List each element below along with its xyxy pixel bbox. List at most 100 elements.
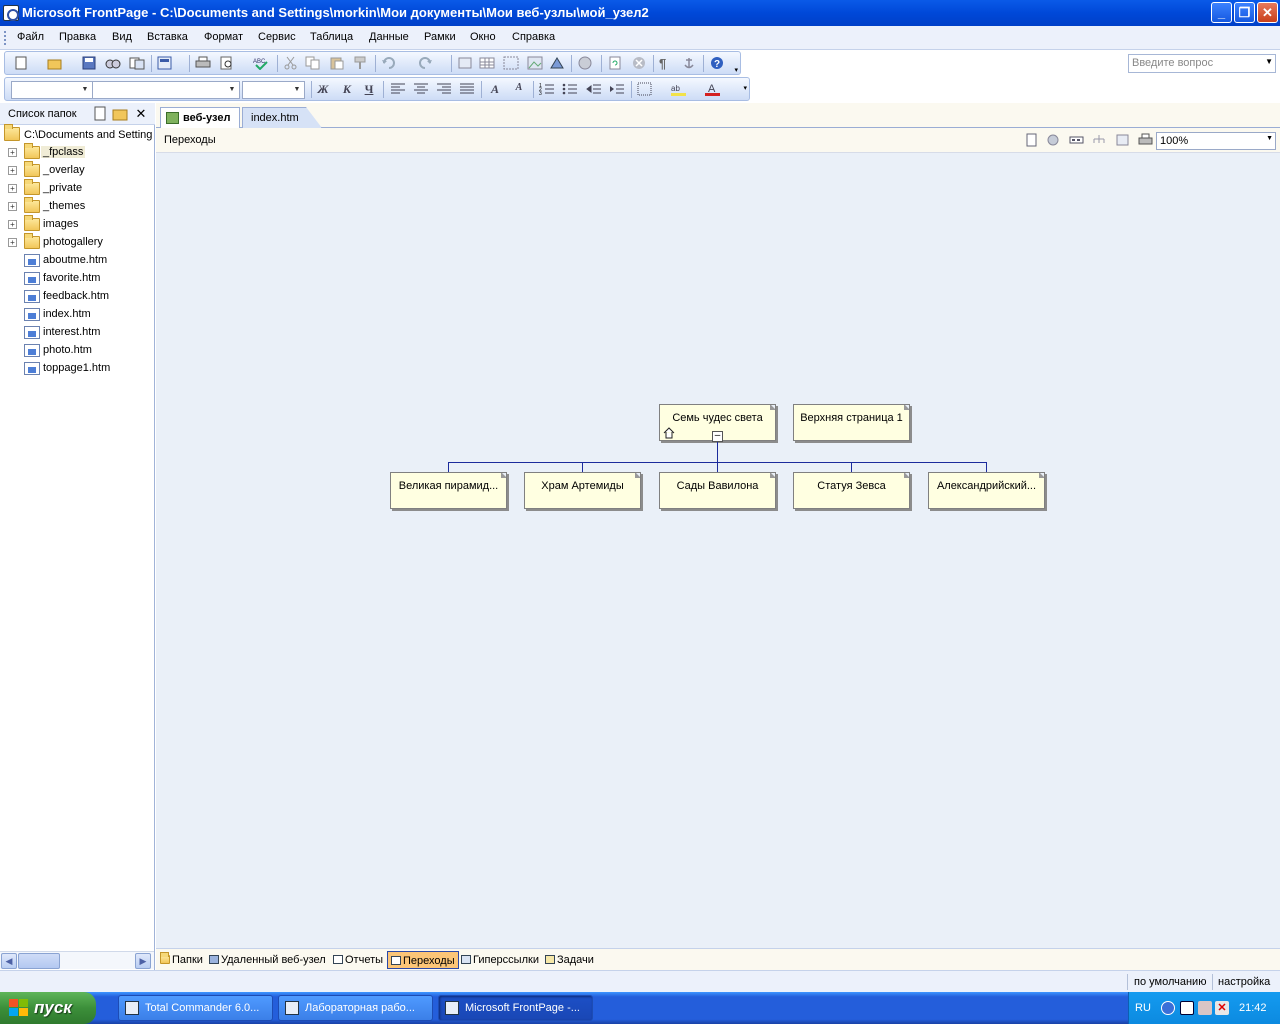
new-top-page-icon[interactable] — [1024, 133, 1039, 147]
paste-icon[interactable] — [329, 56, 345, 70]
refresh-icon[interactable] — [607, 56, 623, 70]
collapse-toggle[interactable]: – — [712, 431, 723, 442]
insert-picture-icon[interactable] — [527, 56, 543, 70]
borders-icon[interactable] — [637, 82, 653, 96]
root-folder[interactable]: C:\Documents and Setting — [24, 129, 152, 141]
menu-grip[interactable] — [4, 31, 7, 45]
expand-icon[interactable]: + — [8, 148, 17, 157]
web-component-icon[interactable] — [157, 56, 173, 70]
horizontal-scrollbar[interactable]: ◀ ▶ — [0, 951, 154, 969]
menu-view[interactable]: Вид — [112, 31, 132, 43]
style-combo[interactable]: ▼ — [11, 81, 93, 99]
open-icon[interactable] — [47, 56, 63, 70]
redo-icon[interactable] — [417, 56, 433, 70]
file-item[interactable]: photo.htm — [0, 342, 154, 360]
help-icon[interactable]: ? — [709, 56, 725, 70]
help-question-input[interactable]: Введите вопрос ▼ — [1128, 54, 1276, 73]
expand-icon[interactable]: + — [8, 220, 17, 229]
menu-format[interactable]: Формат — [204, 31, 243, 43]
network-icon[interactable] — [1198, 1001, 1212, 1015]
task-word-document[interactable]: Лабораторная рабо... — [278, 995, 433, 1021]
italic-button[interactable]: К — [339, 82, 355, 97]
print-icon[interactable] — [1138, 133, 1153, 147]
file-item[interactable]: aboutme.htm — [0, 252, 154, 270]
show-all-icon[interactable]: ¶ — [659, 56, 675, 71]
folder-item[interactable]: + _themes — [0, 197, 154, 216]
bullets-icon[interactable] — [562, 82, 578, 96]
bold-button[interactable]: Ж — [315, 82, 331, 97]
view-tab-folders[interactable]: Папки — [157, 951, 206, 969]
folder-item[interactable]: + _private — [0, 179, 154, 198]
expand-icon[interactable]: + — [8, 184, 17, 193]
portrait-landscape-icon[interactable] — [1092, 133, 1107, 147]
font-size-combo[interactable]: ▼ — [242, 81, 305, 99]
toolbar-options-icon[interactable]: ▾ — [734, 66, 738, 74]
anchor-icon[interactable] — [681, 56, 697, 70]
file-item[interactable]: favorite.htm — [0, 270, 154, 288]
view-tab-reports[interactable]: Отчеты — [330, 951, 386, 969]
folder-item[interactable]: + photogallery — [0, 233, 154, 252]
new-page-icon[interactable] — [13, 56, 29, 70]
drawing-icon[interactable] — [549, 56, 565, 70]
close-icon[interactable]: ✕ — [133, 106, 149, 121]
scroll-right-icon[interactable]: ▶ — [135, 953, 151, 969]
task-total-commander[interactable]: Total Commander 6.0... — [118, 995, 273, 1021]
scroll-thumb[interactable] — [18, 953, 60, 969]
increase-indent-icon[interactable] — [609, 82, 625, 96]
status-settings[interactable]: настройка — [1218, 976, 1270, 988]
increase-font-icon[interactable]: A — [487, 82, 503, 97]
view-tab-hyperlinks[interactable]: Гиперссылки — [458, 951, 542, 969]
menu-edit[interactable]: Правка — [59, 31, 96, 43]
view-tab-navigation[interactable]: Переходы — [387, 951, 459, 969]
scroll-left-icon[interactable]: ◀ — [1, 953, 17, 969]
menu-table[interactable]: Таблица — [310, 31, 353, 43]
view-tab-remote-site[interactable]: Удаленный веб-узел — [206, 951, 329, 969]
stop-icon[interactable] — [631, 56, 647, 70]
folder-item[interactable]: + images — [0, 215, 154, 234]
new-folder-icon[interactable] — [112, 106, 128, 121]
copy-icon[interactable] — [305, 56, 321, 70]
cut-icon[interactable] — [283, 56, 299, 70]
toolbar-options-icon[interactable]: ▾ — [743, 84, 747, 92]
task-frontpage[interactable]: Microsoft FrontPage -... — [438, 995, 593, 1021]
minimize-button[interactable]: _ — [1211, 2, 1232, 23]
align-right-icon[interactable] — [436, 82, 452, 96]
save-icon[interactable] — [81, 56, 97, 70]
view-tab-tasks[interactable]: Задачи — [542, 951, 597, 969]
menu-window[interactable]: Окно — [470, 31, 496, 43]
chevron-down-icon[interactable]: ▼ — [1265, 57, 1273, 66]
file-item[interactable]: feedback.htm — [0, 288, 154, 306]
nav-node-child[interactable]: Александрийский... — [928, 472, 1045, 509]
spelling-icon[interactable]: ABC — [253, 56, 269, 71]
numbering-icon[interactable]: 123 — [539, 82, 555, 97]
maximize-button[interactable]: ❐ — [1234, 2, 1255, 23]
new-page-icon[interactable] — [92, 106, 108, 121]
external-link-icon[interactable] — [1046, 133, 1061, 147]
highlight-icon[interactable]: ab — [671, 82, 687, 96]
justify-icon[interactable] — [459, 82, 475, 96]
tab-website[interactable]: веб-узел — [160, 107, 240, 129]
publish-icon[interactable] — [129, 56, 145, 70]
back-arrow-icon[interactable] — [1161, 1001, 1175, 1015]
align-left-icon[interactable] — [390, 82, 406, 96]
link-bar-icon[interactable] — [1069, 133, 1084, 147]
decrease-font-icon[interactable]: A — [511, 82, 527, 97]
font-color-icon[interactable]: A — [705, 82, 721, 96]
nav-node-child[interactable]: Великая пирамид... — [390, 472, 507, 509]
start-button[interactable]: пуск — [0, 992, 96, 1024]
nav-node-child[interactable]: Храм Артемиды — [524, 472, 641, 509]
menu-frames[interactable]: Рамки — [424, 31, 456, 43]
insert-frame-icon[interactable] — [503, 56, 519, 70]
undo-icon[interactable] — [381, 56, 397, 70]
insert-table-icon[interactable] — [479, 56, 495, 70]
folder-item[interactable]: + _fpclass — [0, 143, 154, 162]
menu-help[interactable]: Справка — [512, 31, 555, 43]
chevron-down-icon[interactable]: ▼ — [1266, 135, 1273, 142]
insert-layer-icon[interactable] — [457, 56, 473, 70]
tab-index-htm[interactable]: index.htm — [242, 107, 322, 128]
frontpage-app-icon[interactable] — [3, 5, 19, 21]
nav-node-child[interactable]: Статуя Зевса — [793, 472, 910, 509]
folder-item[interactable]: + _overlay — [0, 161, 154, 180]
print-icon[interactable] — [195, 56, 211, 70]
expand-icon[interactable]: + — [8, 166, 17, 175]
